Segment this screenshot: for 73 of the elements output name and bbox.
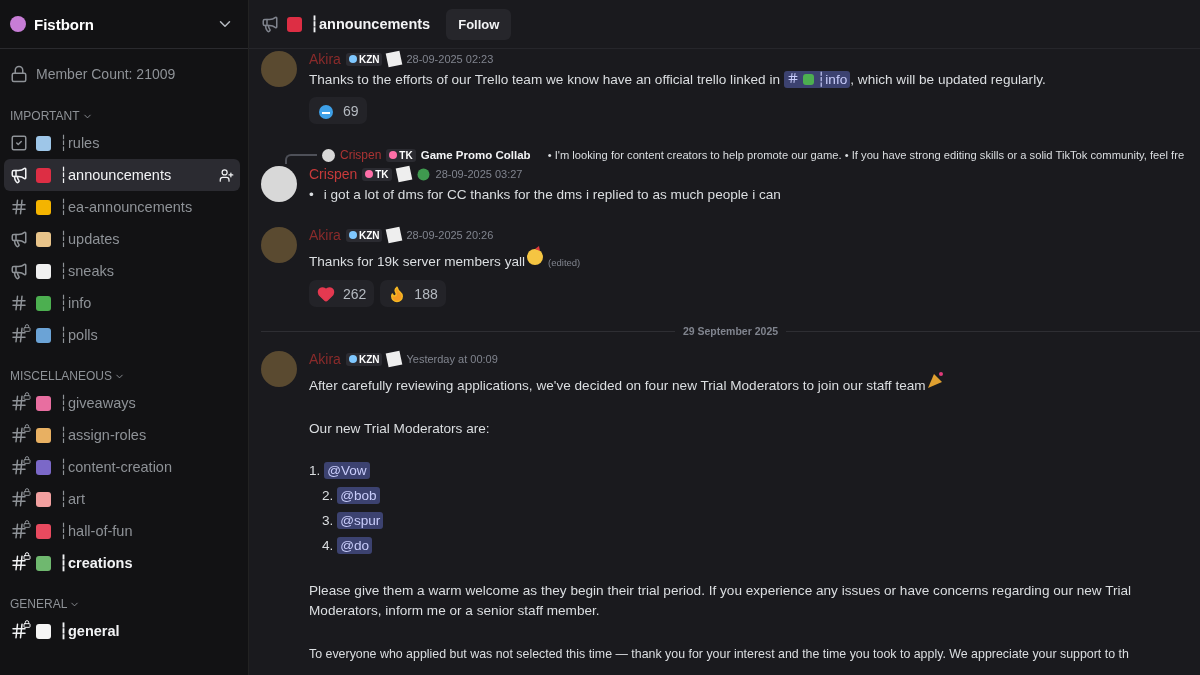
server-header[interactable]: Fistborn <box>0 0 248 49</box>
square-badge-icon <box>386 350 403 368</box>
list-number: 4. <box>322 538 334 553</box>
guild-tag: TK <box>362 167 392 181</box>
square-badge-icon <box>395 165 412 183</box>
channel-item[interactable]: ┆ea-announcements <box>4 191 240 223</box>
user-mention[interactable]: @do <box>337 537 373 554</box>
channel-item[interactable]: ┆updates <box>4 223 240 255</box>
message-text: , which will be updated regularly. <box>850 72 1046 87</box>
hash-icon <box>786 72 799 84</box>
category-header[interactable]: GENERAL <box>0 579 248 615</box>
reply-title: Game Promo Collab <box>420 149 531 161</box>
server-icon <box>10 16 26 32</box>
list-number: 1. <box>309 463 321 478</box>
date-divider: 29 September 2025 <box>682 325 779 337</box>
channel-item[interactable]: ┆content-creation <box>4 451 240 483</box>
reaction-button[interactable]: 188 <box>380 280 446 307</box>
emoji-icon <box>802 74 814 85</box>
reaction-button[interactable]: 262 <box>309 280 375 307</box>
channel-mention[interactable]: ┆info <box>783 71 851 88</box>
square-badge-icon <box>386 226 403 244</box>
channel-item[interactable]: ┆giveaways <box>4 387 240 419</box>
user-mention[interactable]: @Vow <box>324 462 370 479</box>
category-header[interactable]: IMPORTANT <box>0 91 248 127</box>
timestamp: Yesterday at 00:09 <box>406 353 498 365</box>
guild-tag: KZN <box>345 352 383 366</box>
follow-button[interactable]: Follow <box>446 8 512 40</box>
message-text: Our new Trial Moderators are: <box>309 420 491 438</box>
channel-item[interactable]: ┆announcements <box>4 159 240 191</box>
leaf-badge-icon <box>415 166 431 182</box>
avatar[interactable] <box>261 166 297 202</box>
message-text: To everyone who applied but was not selected this time — thank you for your interest and the time you took to apply. We appreciate your support to th <box>309 646 1130 663</box>
message-text: Please give them a warm welcome as they begin their trial period. If you experience any issues or have concerns regarding our new Trial Moderators, inform me or a senior staff member. <box>309 582 1133 620</box>
guild-tag: TK <box>386 148 416 162</box>
author-name[interactable]: Crispen <box>309 166 358 182</box>
category-header[interactable]: MISCELLANEOUS <box>0 351 248 387</box>
message-text: After carefully reviewing applications, we've decided on four new Trial Moderators to join our staff team <box>309 378 926 393</box>
channel-item[interactable]: ┆sneaks <box>4 255 240 287</box>
channel-item[interactable]: ┆polls <box>4 319 240 351</box>
reaction-button[interactable]: 69 <box>309 97 367 124</box>
timestamp: 28-09-2025 20:26 <box>406 229 494 241</box>
party-popper-icon <box>925 370 946 390</box>
channel-title: ┆announcements <box>310 16 431 32</box>
lock-icon <box>10 65 28 83</box>
list-number: 3. <box>322 513 334 528</box>
square-badge-icon <box>386 50 403 68</box>
member-count: Member Count: 21009 <box>36 66 176 82</box>
bullet-text: i got a lot of dms for CC thanks for the dms i replied to as much people i can <box>323 187 781 202</box>
guild-tag: KZN <box>345 52 383 66</box>
channel-item[interactable]: ┆art <box>4 483 240 515</box>
channel-item[interactable]: ┆info <box>4 287 240 319</box>
reply-preview: • I'm looking for content creators to help promote our game. • If you have strong editing skills or a solid TikTok community, feel fre <box>547 149 1185 161</box>
channel-item[interactable]: ┆assign-roles <box>4 419 240 451</box>
message-text: Thanks for 19k server members yall <box>309 254 526 269</box>
small-avatar <box>322 148 335 162</box>
channel-item[interactable]: ┆rules <box>4 127 240 159</box>
add-member-icon[interactable] <box>219 167 234 183</box>
channel-item[interactable]: ┆general <box>4 615 240 647</box>
edited-label: (edited) <box>548 257 581 268</box>
timestamp: 28-09-2025 02:23 <box>406 53 494 65</box>
user-mention[interactable]: @bob <box>337 487 380 504</box>
reply-connector <box>285 154 317 164</box>
heart-icon <box>317 284 335 303</box>
list-number: 2. <box>322 488 334 503</box>
message-text: Thanks to the efforts of our Trello team we know have an official trello linked in <box>309 72 781 87</box>
party-face-icon <box>525 246 546 266</box>
channel-item[interactable]: ┆creations <box>4 547 240 579</box>
bullet-mark: • <box>309 187 314 202</box>
channel-item[interactable]: ┆hall-of-fun <box>4 515 240 547</box>
guild-tag: KZN <box>345 228 383 242</box>
timestamp: 28-09-2025 03:27 <box>435 168 523 180</box>
user-mention[interactable]: @spur <box>337 512 384 529</box>
megaphone-icon <box>261 15 279 33</box>
